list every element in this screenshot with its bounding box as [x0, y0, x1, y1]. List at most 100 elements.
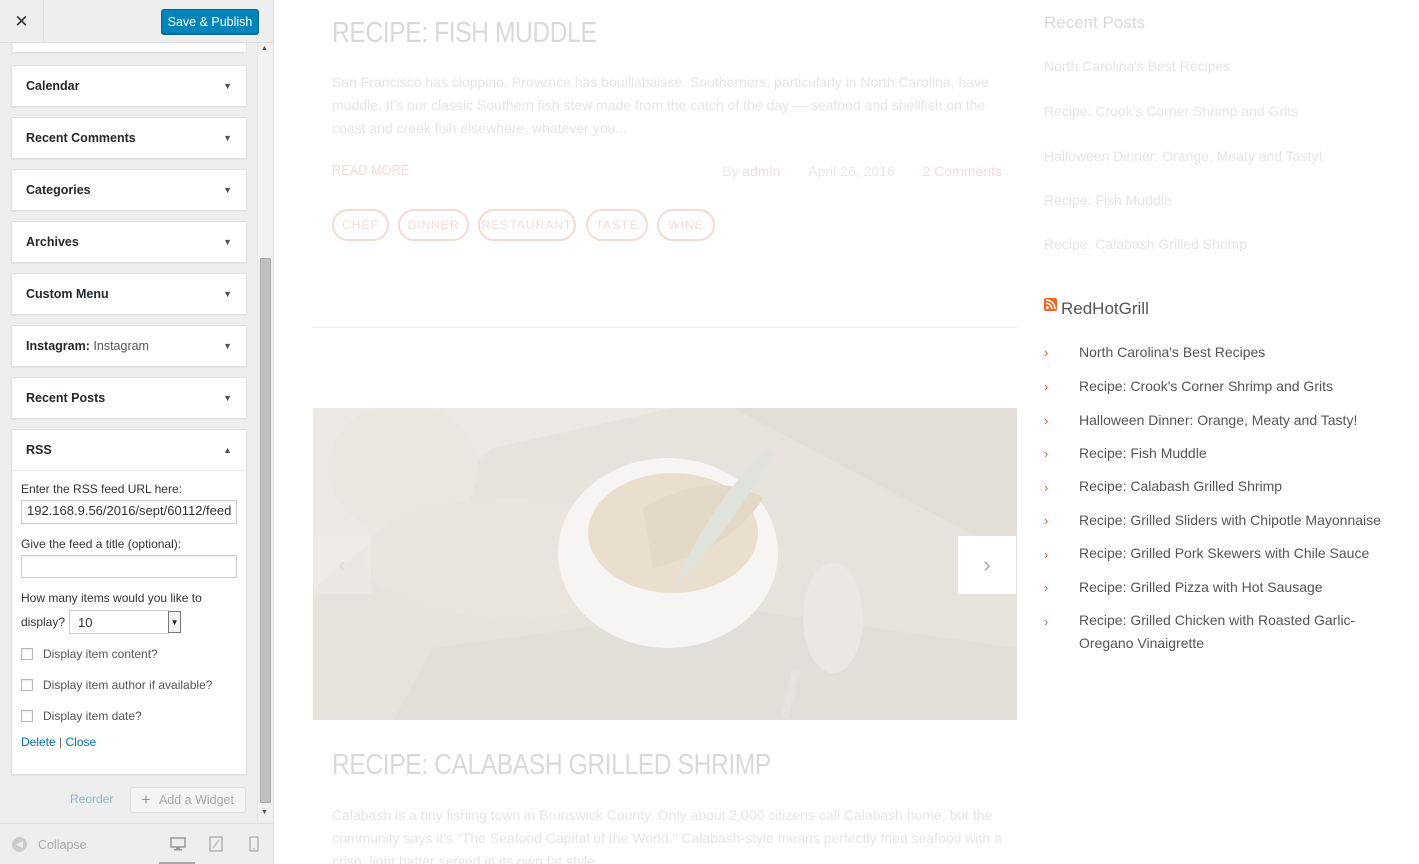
rss-feed-link[interactable]: Recipe: Fish Muddle [1079, 442, 1207, 465]
recent-post-link[interactable]: Recipe: Calabash Grilled Shrimp [1044, 236, 1247, 252]
chevron-right-icon: › [1044, 580, 1049, 595]
rss-feed-link[interactable]: Recipe: Crook's Corner Shrimp and Grits [1079, 375, 1333, 398]
chevron-right-icon: › [1044, 480, 1049, 495]
expand-arrow-icon[interactable]: ▼ [223, 81, 232, 91]
rss-widget-form: Enter the RSS feed URL here: 192.168.9.5… [12, 470, 246, 749]
save-publish-button[interactable]: Save & Publish [161, 9, 259, 34]
mobile-icon[interactable] [248, 836, 260, 852]
widget-title: Archives [26, 235, 79, 249]
checkbox[interactable] [21, 648, 33, 660]
widget-calendar[interactable]: Calendar ▼ [11, 65, 247, 107]
rss-url-input[interactable]: 192.168.9.56/2016/sept/60112/feed [21, 500, 237, 524]
scroll-up-icon[interactable]: ▲ [261, 45, 268, 52]
rss-url-label: Enter the RSS feed URL here: [21, 482, 182, 496]
tag-dinner[interactable]: DINNER [398, 209, 469, 241]
recent-post-link[interactable]: Recipe: Fish Muddle [1044, 192, 1172, 208]
recent-post-link[interactable]: North Carolina's Best Recipes [1044, 58, 1230, 74]
feed-title-label: Give the feed a title (optional): [21, 537, 182, 551]
post-meta: By admin April 26, 2016 2 Comments [722, 163, 1002, 179]
recent-post-link[interactable]: Recipe: Crook's Corner Shrimp and Grits [1044, 103, 1298, 119]
rss-feed-link[interactable]: Halloween Dinner: Orange, Meaty and Tast… [1079, 409, 1357, 432]
widget-recent-posts[interactable]: Recent Posts ▼ [11, 377, 247, 419]
checkbox-item-date[interactable]: Display item date? [21, 706, 237, 726]
rss-feed-link[interactable]: Recipe: Grilled Pizza with Hot Sausage [1079, 576, 1323, 599]
widget-title: Recent Posts [26, 391, 106, 405]
tag-restaurant[interactable]: RESTAURANT [478, 209, 576, 241]
rss-feed-link[interactable]: Recipe: Grilled Sliders with Chipotle Ma… [1079, 509, 1381, 532]
tag-chef[interactable]: CHEF [332, 209, 389, 241]
customizer-sidebar: ✕ Save & Publish Calendar ▼ Recent Commen… [0, 0, 274, 864]
post-excerpt: Calabash is a tiny fishing town in Bruns… [332, 807, 1002, 864]
scrollbar-thumb[interactable] [260, 258, 271, 803]
slider-prev-button[interactable]: ‹ [313, 536, 371, 594]
rss-feed-link[interactable]: Recipe: Grilled Chicken with Roasted Gar… [1079, 609, 1355, 655]
scroll-down-icon[interactable]: ▼ [261, 809, 268, 816]
widget-title: RSS [26, 443, 52, 457]
rss-feed-link[interactable]: Recipe: Grilled Pork Skewers with Chile … [1079, 542, 1369, 565]
expand-arrow-icon[interactable]: ▼ [223, 289, 232, 299]
desktop-icon[interactable] [170, 836, 186, 852]
expand-arrow-icon[interactable]: ▼ [223, 237, 232, 247]
items-count-label: How many items would you like to [21, 591, 202, 605]
tablet-icon[interactable] [208, 836, 224, 852]
widget-title: Calendar [26, 79, 80, 93]
rss-widget-header[interactable]: RSS ▲ [12, 430, 246, 470]
add-widget-button[interactable]: + Add a Widget [130, 787, 246, 813]
customizer-header: ✕ Save & Publish [0, 0, 273, 43]
expand-arrow-icon[interactable]: ▼ [223, 185, 232, 195]
tag-wine[interactable]: WINE [657, 209, 715, 241]
widget-instagram[interactable]: Instagram: Instagram ▼ [11, 325, 247, 367]
rss-feed-link[interactable]: North Carolina's Best Recipes [1079, 341, 1265, 364]
widget-recent-comments[interactable]: Recent Comments ▼ [11, 117, 247, 159]
comments-link[interactable]: 2 Comments [923, 163, 1002, 179]
rss-feed-icon[interactable] [1044, 298, 1057, 311]
chevron-right-icon: › [1044, 614, 1049, 629]
widget-title: Recent Comments [26, 131, 136, 145]
post-title[interactable]: RECIPE: CALABASH GRILLED SHRIMP [332, 749, 771, 782]
reorder-link[interactable]: Reorder [70, 792, 113, 806]
widget-categories[interactable]: Categories ▼ [11, 169, 247, 211]
widget-actions: Reorder + Add a Widget [0, 787, 257, 813]
close-icon[interactable]: ✕ [0, 0, 44, 43]
site-preview: RECIPE: FISH MUDDLE San Francisco has ci… [274, 0, 1419, 864]
widget-title: Custom Menu [26, 287, 109, 301]
widget-archives[interactable]: Archives ▼ [11, 221, 247, 263]
collapse-arrow-icon[interactable]: ▲ [223, 445, 232, 455]
checkbox-item-author[interactable]: Display item author if available? [21, 675, 237, 695]
onion-soup-image [313, 408, 1017, 720]
checkbox-label: Display item content? [43, 647, 158, 661]
chevron-right-icon: › [1044, 379, 1049, 394]
expand-arrow-icon[interactable]: ▼ [223, 133, 232, 143]
rss-feed-link[interactable]: Recipe: Calabash Grilled Shrimp [1079, 475, 1282, 498]
widget-custom-menu[interactable]: Custom Menu ▼ [11, 273, 247, 315]
chevron-right-icon: › [1044, 413, 1049, 428]
collapse-button[interactable]: ◀ Collapse [12, 837, 87, 852]
add-widget-label: Add a Widget [158, 793, 234, 807]
checkbox[interactable] [21, 679, 33, 691]
checkbox[interactable] [21, 710, 33, 722]
link-separator: | [59, 735, 63, 749]
sidebar-scrollbar[interactable]: ▲ ▼ [257, 43, 273, 821]
rss-widget-title[interactable]: RedHotGrill [1061, 299, 1149, 319]
chevron-down-icon[interactable]: ▼ [168, 611, 182, 633]
close-link[interactable]: Close [66, 735, 97, 749]
checkbox-label: Display item date? [43, 709, 142, 723]
feed-title-input[interactable] [21, 555, 237, 578]
slider-next-button[interactable]: › [958, 536, 1016, 594]
read-more-link[interactable]: READ MORE [332, 162, 409, 179]
recent-post-link[interactable]: Halloween Dinner: Orange, Meaty and Tast… [1044, 148, 1322, 164]
tag-taste[interactable]: TASTE [586, 209, 648, 241]
post-title[interactable]: RECIPE: FISH MUDDLE [332, 17, 597, 50]
items-count-value[interactable]: 10 [69, 610, 170, 634]
featured-image-slider[interactable]: ‹ › [313, 408, 1017, 720]
checkbox-item-content[interactable]: Display item content? [21, 644, 237, 664]
author-link[interactable]: admin [742, 163, 780, 179]
expand-arrow-icon[interactable]: ▼ [223, 341, 232, 351]
widget-title: Categories [26, 183, 91, 197]
plus-icon: + [141, 790, 151, 809]
items-count-select[interactable]: 10 ▼ [69, 610, 182, 634]
expand-arrow-icon[interactable]: ▼ [223, 393, 232, 403]
collapse-label: Collapse [38, 837, 87, 852]
post-excerpt: San Francisco has cioppino. Provence has… [332, 74, 989, 136]
delete-link[interactable]: Delete [21, 735, 56, 749]
